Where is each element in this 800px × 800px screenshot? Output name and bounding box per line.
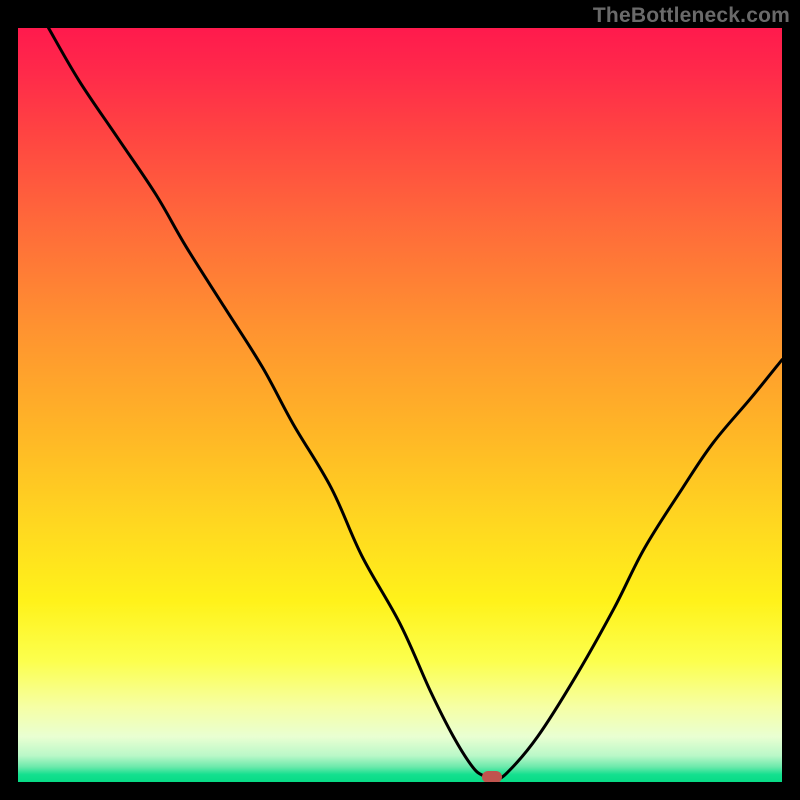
optimal-point-marker [482, 771, 502, 782]
chart-frame: TheBottleneck.com [0, 0, 800, 800]
bottleneck-curve [18, 28, 782, 782]
plot-area [18, 28, 782, 782]
plot-inner [18, 28, 782, 782]
watermark-text: TheBottleneck.com [593, 4, 790, 28]
